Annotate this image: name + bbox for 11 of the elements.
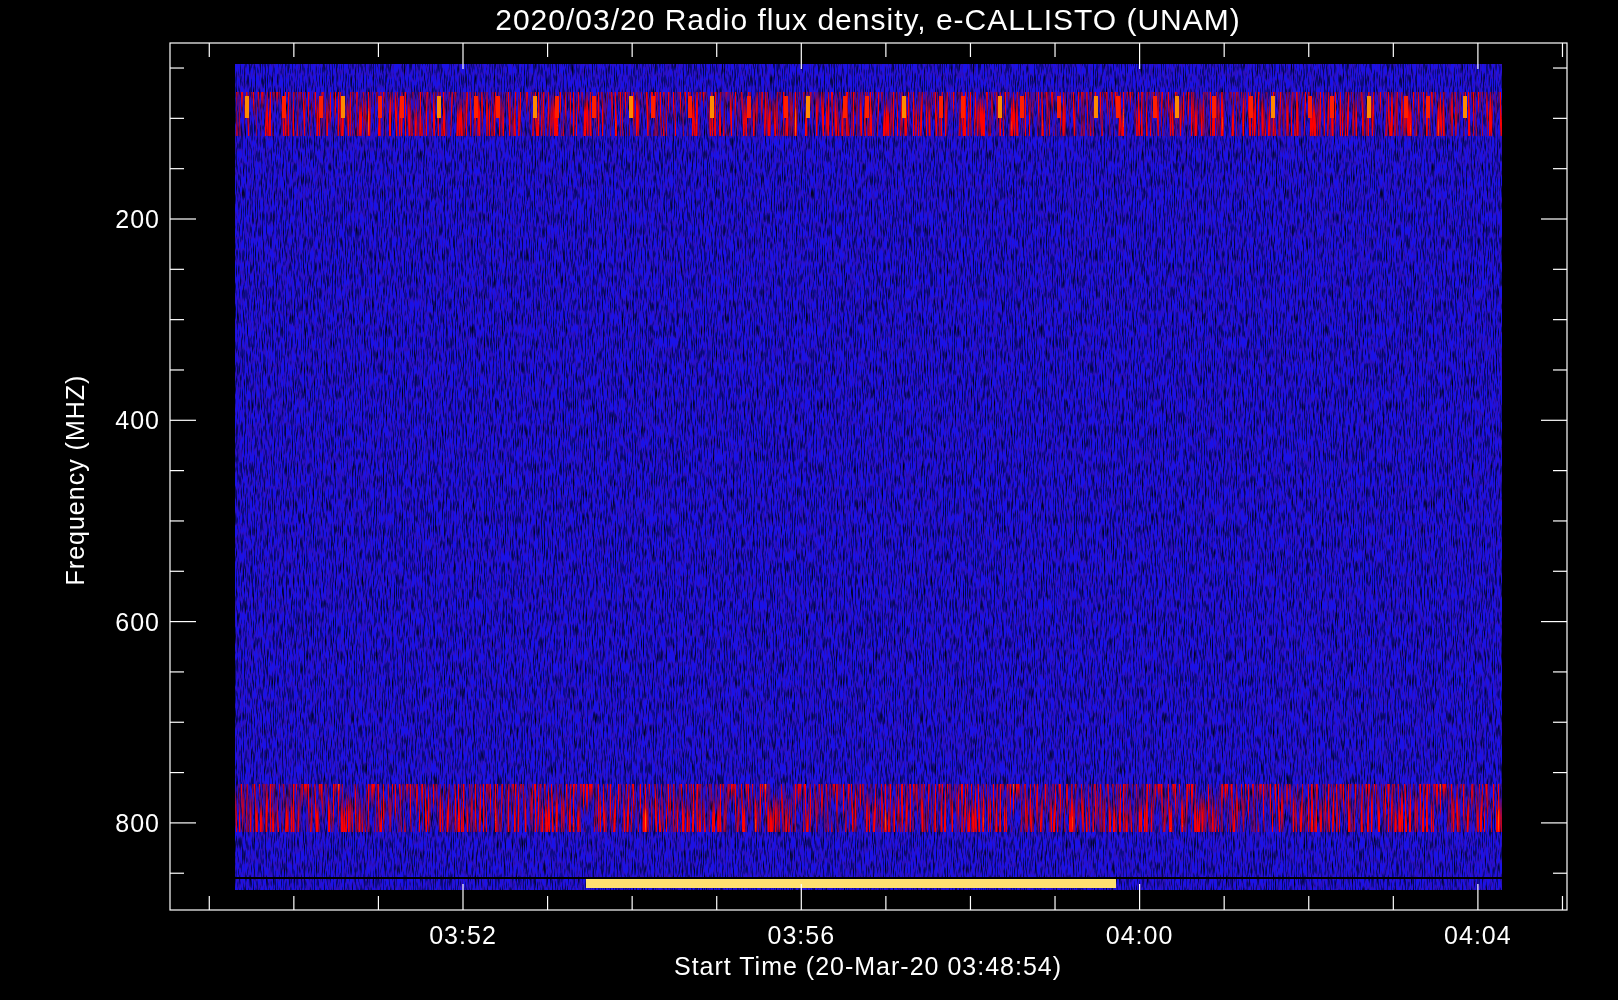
- x-tick-label: 03:56: [767, 921, 836, 949]
- y-tick-label: 800: [115, 808, 160, 837]
- y-axis-label: Frequency (MHZ): [61, 374, 89, 586]
- x-tick-label: 04:04: [1444, 921, 1512, 949]
- chart-title: 2020/03/20 Radio flux density, e-CALLISTO (UNAM): [495, 3, 1241, 36]
- x-axis-label: Start Time (20-Mar-20 03:48:54): [673, 952, 1063, 980]
- x-tick-label: 04:00: [1105, 921, 1174, 949]
- y-tick-label: 400: [115, 406, 160, 435]
- x-tick-label: 03:52: [429, 921, 497, 949]
- y-tick-label: 600: [115, 607, 160, 636]
- y-tick-label: 200: [115, 205, 160, 233]
